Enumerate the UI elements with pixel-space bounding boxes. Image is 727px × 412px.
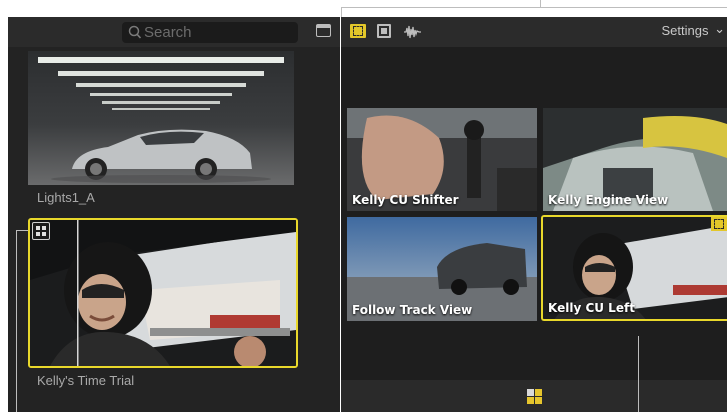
angle-name: Kelly CU Left	[548, 301, 635, 315]
angle-tile-kelly-cu-shifter[interactable]: Kelly CU Shifter	[347, 108, 537, 211]
clip-name-kellys-time-trial: Kelly's Time Trial	[37, 373, 135, 388]
search-icon	[128, 25, 142, 39]
browser-header: Search	[8, 17, 340, 47]
video-angle-icon[interactable]	[377, 24, 391, 38]
angle-tile-follow-track-view[interactable]: Follow Track View	[347, 217, 537, 321]
settings-label: Settings	[661, 23, 709, 38]
search-placeholder: Search	[144, 24, 192, 41]
callout-line-left-tick	[16, 230, 28, 231]
clip-image-driver-helmet	[30, 220, 296, 366]
angle-tile-kelly-cu-left[interactable]: Kelly CU Left	[541, 215, 727, 321]
callout-tick-mid	[540, 0, 541, 8]
callout-tick-left	[341, 7, 342, 17]
angle-viewer-panel: Settings ⌄ Kelly CU Shifter Kelly Engine…	[341, 17, 727, 412]
callout-line-bottom	[638, 336, 639, 412]
angle-name: Follow Track View	[352, 303, 473, 317]
callout-line-left	[16, 230, 17, 412]
chevron-down-icon: ⌄	[714, 21, 725, 36]
angle-name: Kelly CU Shifter	[352, 193, 459, 207]
audio-angle-icon[interactable]	[403, 25, 421, 39]
angle-name: Kelly Engine View	[548, 193, 669, 207]
clip-name-lights1-a: Lights1_A	[37, 190, 95, 205]
browser-panel: Search Lights1_A Kelly's Time Trial	[8, 17, 340, 412]
callout-line-top	[341, 7, 727, 8]
search-field[interactable]: Search	[122, 22, 298, 43]
video-audio-angle-icon	[711, 217, 727, 231]
angle-viewer-header: Settings ⌄	[341, 17, 727, 47]
settings-menu[interactable]: Settings ⌄	[661, 21, 725, 39]
video-audio-angle-icon[interactable]	[350, 24, 366, 38]
angle-grid-icon[interactable]	[527, 389, 542, 404]
angle-viewer-footer	[341, 380, 727, 412]
angle-tile-kelly-engine-view[interactable]: Kelly Engine View	[543, 108, 727, 211]
clip-thumbnail-lights1-a[interactable]	[28, 51, 294, 185]
panel-layout-button[interactable]	[316, 24, 331, 37]
clip-thumbnail-kellys-time-trial[interactable]	[28, 218, 298, 368]
multicam-icon	[32, 222, 50, 240]
clip-image-car-garage	[28, 51, 294, 185]
